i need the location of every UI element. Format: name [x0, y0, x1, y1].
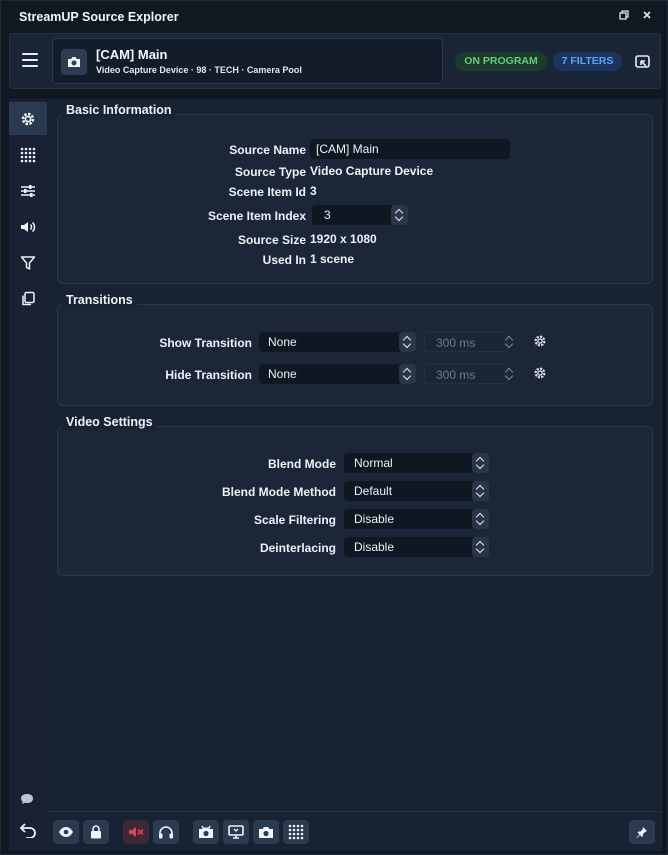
scene-item-index-label: Scene Item Index — [207, 209, 306, 223]
mute-button[interactable] — [123, 820, 149, 844]
show-transition-stepper[interactable] — [399, 332, 416, 352]
lock-button[interactable] — [83, 820, 109, 844]
close-icon[interactable] — [640, 10, 654, 24]
video-settings-title: Video Settings — [62, 415, 157, 429]
hide-duration-stepper[interactable] — [501, 364, 518, 384]
open-source-icon[interactable] — [634, 53, 652, 71]
grid-icon — [20, 147, 36, 162]
camera-capture-icon — [199, 825, 213, 838]
source-header: [CAM] Main Video Capture Device · 98 · T… — [9, 33, 661, 89]
deinterlacing-stepper[interactable] — [472, 537, 489, 557]
deinterlacing-select[interactable]: Disable — [344, 537, 476, 557]
sidebar-item-properties[interactable] — [9, 102, 47, 135]
transform-button[interactable] — [283, 820, 309, 844]
show-transition-select[interactable]: None — [259, 332, 404, 352]
lock-icon — [91, 825, 101, 839]
transitions-group: Transitions Show Transition None 300 ms … — [57, 293, 653, 406]
sidebar-item-transform[interactable] — [9, 138, 47, 171]
pin-button[interactable] — [629, 820, 655, 844]
restore-icon[interactable] — [617, 10, 631, 24]
undo-icon[interactable] — [19, 822, 37, 841]
grid-dots-icon — [288, 824, 304, 840]
show-transition-gear-icon[interactable] — [533, 334, 549, 350]
scene-item-id-label: Scene Item Id — [228, 185, 306, 199]
sidebar-item-filters[interactable] — [9, 246, 47, 279]
app-window: StreamUP Source Explorer [CAM] Main Vide… — [0, 0, 668, 855]
sliders-icon — [21, 184, 35, 197]
source-name-input[interactable]: [CAM] Main — [310, 139, 510, 159]
hide-transition-duration[interactable]: 300 ms — [424, 364, 508, 384]
speaker-icon — [21, 221, 36, 232]
muted-speaker-icon — [129, 827, 144, 837]
gear-icon — [21, 112, 35, 125]
scale-filtering-stepper[interactable] — [472, 509, 489, 529]
sidebar-item-settings[interactable] — [9, 174, 47, 207]
source-name-label: Source Name — [229, 143, 306, 157]
window-title: StreamUP Source Explorer — [19, 10, 179, 24]
monitor-audio-button[interactable] — [153, 820, 179, 844]
transitions-title: Transitions — [62, 293, 137, 307]
eye-icon — [59, 827, 73, 837]
screenshot-source-button[interactable] — [193, 820, 219, 844]
blend-mode-method-stepper[interactable] — [472, 481, 489, 501]
source-type-label: Source Type — [234, 165, 306, 179]
basic-information-group: Basic Information Source Name [CAM] Main… — [57, 103, 653, 284]
source-card: [CAM] Main Video Capture Device · 98 · T… — [52, 38, 443, 84]
blend-mode-stepper[interactable] — [472, 453, 489, 473]
blend-mode-method-label: Blend Mode Method — [222, 485, 336, 499]
basic-information-title: Basic Information — [62, 103, 176, 117]
used-in-value: 1 scene — [310, 252, 355, 266]
show-transition-label: Show Transition — [159, 336, 252, 350]
scene-item-id-value: 3 — [310, 184, 317, 198]
video-settings-group: Video Settings Blend Mode Normal Blend M… — [57, 415, 653, 576]
scale-filtering-label: Scale Filtering — [253, 513, 336, 527]
projector-button[interactable] — [223, 820, 249, 844]
blend-mode-label: Blend Mode — [268, 457, 336, 471]
hide-transition-gear-icon[interactable] — [533, 366, 549, 382]
hide-transition-select[interactable]: None — [259, 364, 404, 384]
hamburger-menu-icon[interactable] — [22, 53, 38, 67]
show-transition-duration[interactable]: 300 ms — [424, 332, 508, 352]
scene-item-index-stepper[interactable] — [391, 205, 408, 225]
copy-icon — [22, 291, 35, 305]
title-bar: StreamUP Source Explorer — [1, 1, 667, 33]
blend-mode-method-select[interactable]: Default — [344, 481, 476, 501]
chat-icon[interactable] — [20, 793, 34, 808]
scene-item-index-spinbox[interactable]: 3 — [312, 205, 394, 225]
camera-button[interactable] — [253, 820, 279, 844]
source-name: [CAM] Main — [96, 47, 168, 62]
show-duration-stepper[interactable] — [501, 332, 518, 352]
deinterlacing-label: Deinterlacing — [259, 541, 336, 555]
hide-transition-label: Hide Transition — [165, 368, 252, 382]
source-type-value: Video Capture Device — [310, 164, 434, 178]
sidebar — [9, 99, 47, 851]
hide-transition-stepper[interactable] — [399, 364, 416, 384]
main-content: Basic Information Source Name [CAM] Main… — [47, 99, 662, 811]
scale-filtering-select[interactable]: Disable — [344, 509, 476, 529]
blend-mode-select[interactable]: Normal — [344, 453, 476, 473]
pin-icon — [636, 827, 647, 838]
bottom-toolbar — [47, 811, 662, 851]
sidebar-item-audio[interactable] — [9, 210, 47, 243]
filters-badge[interactable]: 7 FILTERS — [553, 52, 622, 71]
filter-icon — [20, 255, 36, 270]
photo-camera-icon — [259, 826, 273, 838]
used-in-label: Used In — [262, 253, 306, 267]
sidebar-item-duplicate[interactable] — [9, 282, 47, 315]
camera-icon — [61, 49, 87, 75]
source-size-value: 1920 x 1080 — [310, 232, 377, 246]
headphones-icon — [159, 826, 173, 839]
monitor-icon — [228, 825, 244, 839]
source-meta: Video Capture Device · 98 · TECH · Camer… — [96, 65, 302, 75]
source-size-label: Source Size — [237, 233, 306, 247]
visibility-button[interactable] — [53, 820, 79, 844]
on-program-badge: ON PROGRAM — [455, 52, 547, 71]
